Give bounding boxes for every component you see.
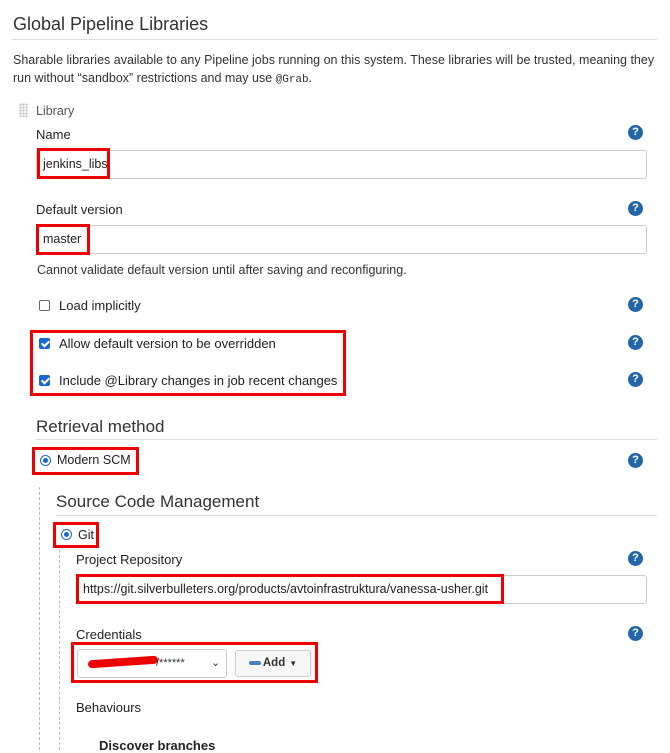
load-implicitly-label: Load implicitly	[59, 298, 141, 313]
library-handle-label: Library	[36, 104, 75, 118]
project-repo-help-icon[interactable]: ?	[628, 551, 643, 566]
scm-title: Source Code Management	[56, 492, 260, 511]
modern-scm-label: Modern SCM	[57, 453, 131, 467]
page-title: Global Pipeline Libraries	[13, 14, 209, 34]
load-implicitly-checkbox[interactable]	[39, 300, 50, 311]
git-radio[interactable]	[61, 529, 72, 540]
allow-override-label: Allow default version to be overridden	[59, 336, 276, 351]
git-label: Git	[78, 528, 94, 542]
retrieval-divider	[36, 439, 657, 440]
add-credentials-button[interactable]: Add ▼	[235, 650, 311, 677]
git-indent-guide	[59, 550, 60, 750]
name-input[interactable]: jenkins_libs	[36, 150, 647, 179]
include-changes-help-icon[interactable]: ?	[628, 372, 643, 387]
key-icon	[248, 660, 261, 665]
credentials-help-icon[interactable]: ?	[628, 626, 643, 641]
default-version-help-icon[interactable]: ?	[628, 201, 643, 216]
scm-divider	[56, 515, 657, 516]
behaviours-label: Behaviours	[76, 700, 142, 715]
include-changes-checkbox[interactable]	[39, 375, 50, 386]
retrieval-method-title: Retrieval method	[36, 417, 165, 436]
drag-handle-icon[interactable]	[19, 103, 28, 117]
chevron-down-icon: ⌄	[211, 657, 221, 669]
modern-scm-help-icon[interactable]: ?	[628, 453, 643, 468]
scm-indent-guide	[39, 487, 40, 750]
page-description: Sharable libraries available to any Pipe…	[13, 51, 663, 89]
credentials-value: /******	[156, 657, 185, 669]
credentials-select[interactable]: /****** ⌄	[77, 649, 227, 678]
name-label: Name	[36, 127, 71, 142]
caret-down-icon: ▼	[289, 659, 298, 668]
title-divider	[12, 39, 657, 40]
allow-override-help-icon[interactable]: ?	[628, 335, 643, 350]
grab-code: @Grab	[275, 74, 309, 86]
description-line-2: run without “sandbox” restrictions and m…	[13, 71, 313, 86]
modern-scm-radio[interactable]	[40, 455, 51, 466]
load-implicitly-help-icon[interactable]: ?	[628, 297, 643, 312]
project-repo-label: Project Repository	[76, 552, 183, 567]
description-line-1: Sharable libraries available to any Pipe…	[13, 53, 655, 67]
default-version-input[interactable]: master	[36, 225, 647, 254]
name-help-icon[interactable]: ?	[628, 125, 643, 140]
discover-branches-label: Discover branches	[99, 738, 216, 753]
include-changes-label: Include @Library changes in job recent c…	[59, 373, 338, 388]
credentials-redaction	[87, 655, 159, 669]
default-version-label: Default version	[36, 202, 123, 217]
default-version-note: Cannot validate default version until af…	[37, 263, 407, 277]
project-repo-input[interactable]: https://git.silverbulleters.org/products…	[76, 575, 647, 604]
allow-override-checkbox[interactable]	[39, 338, 50, 349]
credentials-label: Credentials	[76, 627, 142, 642]
